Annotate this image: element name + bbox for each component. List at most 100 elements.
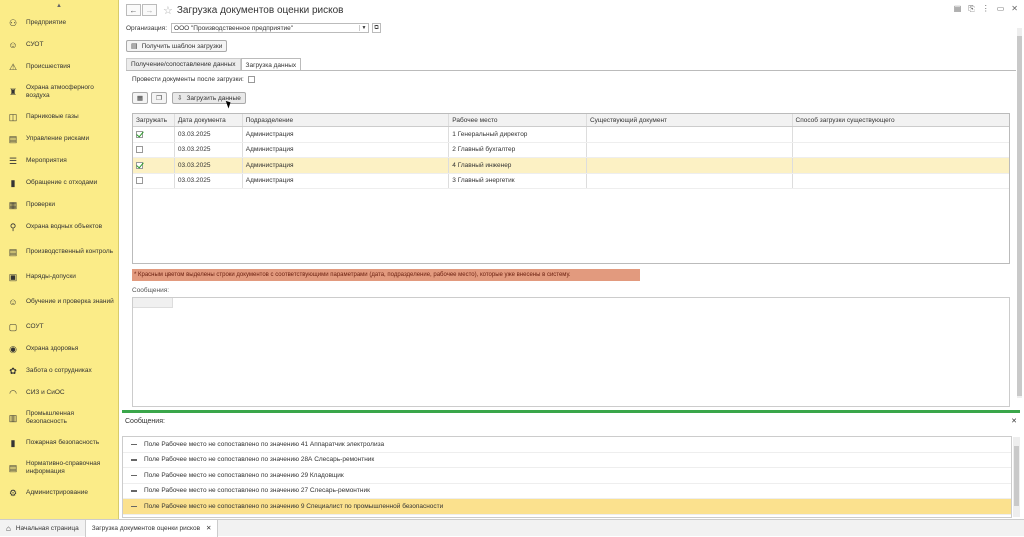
assessment-icon: ▢	[8, 322, 18, 332]
row-checkbox[interactable]	[136, 161, 143, 169]
documents-table: Загружать Дата документа Подразделение Рабо…	[132, 113, 1010, 264]
sidebar-item[interactable]: ▢ СОУТ	[0, 316, 118, 338]
save-icon[interactable]: ▤	[954, 4, 962, 14]
home-tab[interactable]: ⌂ Начальная страница	[0, 524, 85, 533]
load-data-button[interactable]: ⇩ Загрузить данные	[172, 92, 246, 104]
header: ← → ☆ Загрузка документов оценки рисков	[126, 3, 343, 17]
back-button[interactable]: ←	[126, 4, 141, 16]
column-header[interactable]: Способ загрузки существующего	[793, 114, 1010, 126]
sidebar-item-label: Проверки	[26, 201, 55, 208]
row-checkbox[interactable]	[136, 146, 143, 154]
column-header[interactable]: Дата документа	[175, 114, 243, 126]
sidebar-item[interactable]: ▤ Управление рисками	[0, 128, 118, 150]
panel-scrollbar[interactable]	[1013, 437, 1020, 517]
row-checkbox[interactable]	[136, 130, 143, 138]
sidebar-item[interactable]: ⚙ Администрирование	[0, 482, 118, 504]
chevron-down-icon[interactable]: ▼	[359, 25, 368, 31]
table-row[interactable]: 03.03.2025 Администрация 1 Генеральный дир…	[133, 127, 1009, 143]
fire-extinguisher-icon: ▮	[10, 438, 16, 448]
dash-icon	[131, 505, 137, 507]
message-item[interactable]: Поле Рабочее место не сопоставлено по зн…	[123, 453, 1011, 468]
cell-method	[793, 174, 1010, 189]
table-header: Загружать Дата документа Подразделение Рабо…	[133, 114, 1009, 127]
sidebar-item[interactable]: ▤ Нормативно-справочная информация	[0, 454, 118, 482]
scrollbar[interactable]	[1017, 28, 1022, 398]
sidebar-item[interactable]: ☺ Обучение и проверка знаний	[0, 288, 118, 316]
cell-date: 03.03.2025	[175, 142, 243, 157]
table-row[interactable]: 03.03.2025 Администрация 4 Главный инженер	[133, 158, 1009, 174]
sidebar-item[interactable]: ☺ СУОТ	[0, 34, 118, 56]
table-row[interactable]: 03.03.2025 Администрация 2 Главный бухгалт…	[133, 142, 1009, 158]
more-icon[interactable]: ⋮	[982, 4, 990, 14]
sidebar-item-label: Наряды-допуски	[26, 273, 76, 280]
cell-place: 4 Главный инженер	[449, 158, 587, 173]
message-item[interactable]: Поле Рабочее место не сопоставлено по зн…	[123, 499, 1011, 515]
water-tap-icon: ⚲	[9, 222, 17, 232]
org-chart-icon: ⚇	[8, 18, 18, 28]
sidebar-item[interactable]: ▤ Производственный контроль	[0, 238, 118, 266]
message-item[interactable]: Поле Рабочее место не сопоставлено по зн…	[123, 484, 1011, 499]
ppe-icon: ◠	[9, 388, 17, 398]
sidebar-item[interactable]: ▦ Проверки	[0, 194, 118, 216]
sidebar-item[interactable]: ⚲ Охрана водных объектов	[0, 216, 118, 238]
message-item[interactable]: Поле Рабочее место не сопоставлено по зн…	[123, 468, 1011, 484]
cell-existing	[587, 142, 793, 157]
sidebar-item[interactable]: ▮ Пожарная безопасность	[0, 432, 118, 454]
table-row[interactable]: 03.03.2025 Администрация 3 Главный энергет…	[133, 173, 1010, 189]
sidebar-item[interactable]: ✿ Забота о сотрудниках	[0, 360, 118, 382]
column-header[interactable]: Загружать	[133, 114, 175, 126]
sidebar-item-label: Обращение с отходами	[26, 179, 98, 186]
message-item[interactable]: Поле Рабочее место не сопоставлено по зн…	[123, 437, 1011, 453]
post-docs-checkbox[interactable]	[247, 76, 255, 83]
sidebar-item[interactable]: ▮ Обращение с отходами	[0, 172, 118, 194]
cell-place: 1 Генеральный директор	[449, 127, 587, 142]
sidebar-item-label: Охрана водных объектов	[26, 223, 103, 230]
cell-existing	[587, 127, 793, 142]
cell-dept: Администрация	[243, 158, 450, 173]
sidebar-item-label: Промышленная безопасность	[26, 410, 74, 425]
sidebar-item[interactable]: ◠ СИЗ и СиОС	[0, 382, 118, 404]
sidebar-item[interactable]: ◉ Охрана здоровья	[0, 338, 118, 360]
scrollbar-thumb[interactable]	[1017, 36, 1022, 396]
org-field[interactable]: ООО "Производственное предприятие" ▼	[171, 23, 370, 33]
sidebar-item[interactable]: ◫ Парниковые газы	[0, 106, 118, 128]
close-icon[interactable]: ✕	[1011, 4, 1018, 14]
get-template-button[interactable]: ▤ Получить шаблон загрузки	[126, 40, 228, 52]
column-header[interactable]: Подразделение	[243, 114, 450, 126]
sidebar-item-label: Мероприятия	[26, 157, 67, 164]
load-cell	[133, 127, 175, 142]
load-cell	[133, 173, 175, 188]
link-icon[interactable]: ⎘	[968, 4, 974, 14]
sidebar-item-label: СИЗ и СиОС	[26, 389, 65, 396]
cell-place: 3 Главный энергетик	[449, 173, 587, 188]
load-cell	[133, 158, 175, 173]
row-checkbox[interactable]	[136, 177, 143, 185]
cell-date: 03.03.2025	[175, 127, 243, 142]
column-header[interactable]: Рабочее место	[449, 114, 587, 126]
panel-scrollbar-thumb[interactable]	[1014, 446, 1019, 506]
sidebar-item[interactable]: ▥ Промышленная безопасность	[0, 404, 118, 432]
sidebar-item[interactable]: ⚠ Происшествия	[0, 56, 118, 78]
messages-area[interactable]	[132, 297, 1010, 407]
sidebar-item-label: Охрана здоровья	[26, 345, 79, 352]
sidebar-item[interactable]: ⚇ Предприятие	[0, 12, 118, 34]
close-panel-icon[interactable]: ✕	[1011, 417, 1017, 425]
copy-button[interactable]: ❐	[151, 92, 167, 104]
favorite-star-icon[interactable]: ☆	[163, 4, 173, 17]
close-tab-icon[interactable]: ✕	[206, 524, 211, 532]
open-document-tab[interactable]: Загрузка документов оценки рисков ✕	[84, 519, 219, 537]
column-header[interactable]: Существующий документ	[587, 114, 793, 126]
maximize-icon[interactable]: ▭	[997, 4, 1005, 14]
scroll-up-icon[interactable]: ▲	[0, 0, 118, 12]
sidebar-item[interactable]: ☰ Мероприятия	[0, 150, 118, 172]
check-all-button[interactable]: ▦	[132, 92, 148, 104]
open-icon[interactable]: ⧉	[372, 23, 382, 33]
forward-button[interactable]: →	[142, 4, 157, 16]
tab-matching[interactable]: Получение/сопоставление данных	[126, 58, 241, 70]
sidebar-item-label: СУОТ	[26, 41, 44, 48]
sidebar-item-label: Нормативно-справочная информация	[26, 460, 101, 475]
message-text: Поле Рабочее место не сопоставлено по зн…	[144, 456, 375, 464]
sidebar-item[interactable]: ▣ Наряды-допуски	[0, 266, 118, 288]
upload-tab-body: Провести документы после загрузки: ▦ ❐ ⇩…	[126, 70, 1016, 407]
sidebar-item[interactable]: ♜ Охрана атмосферного воздуха	[0, 78, 118, 106]
